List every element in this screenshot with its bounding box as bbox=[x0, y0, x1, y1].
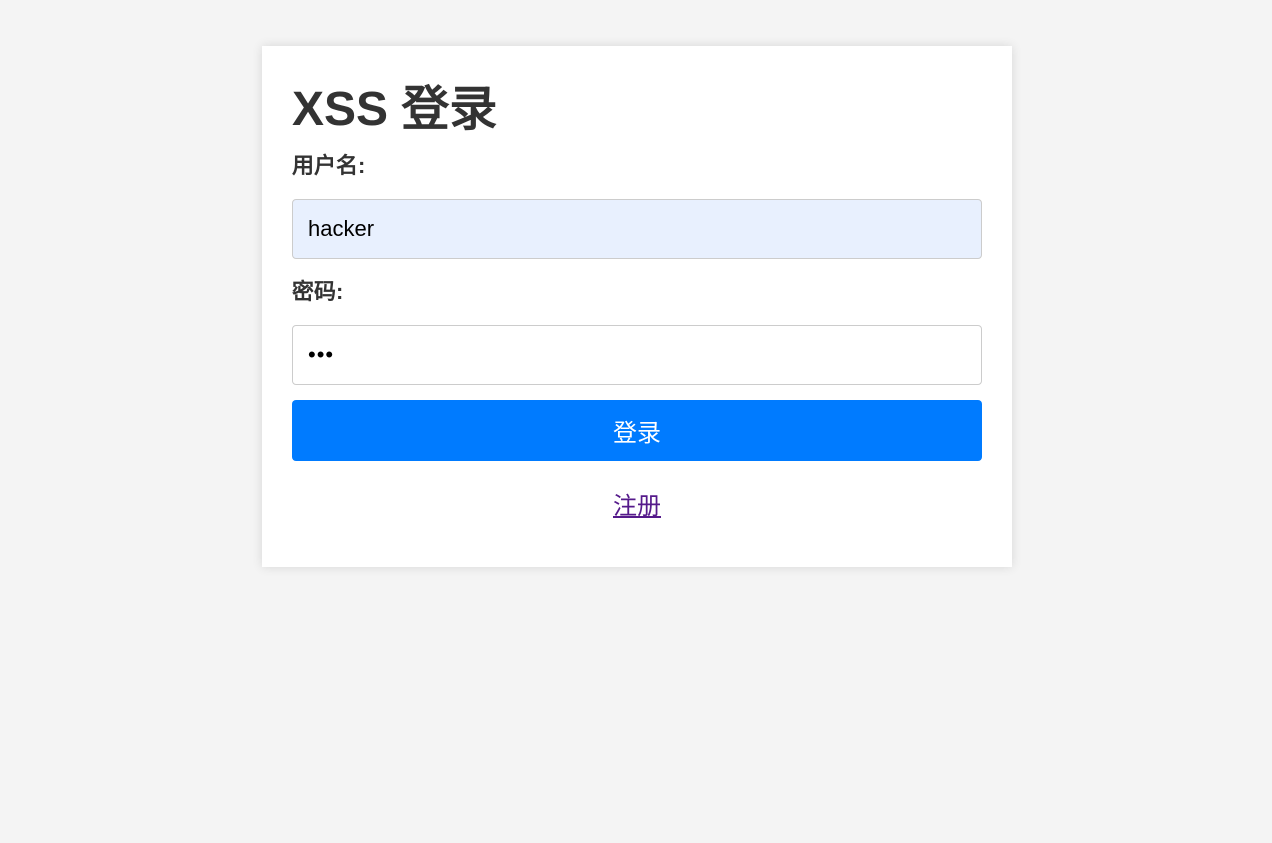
register-link-container: 注册 bbox=[292, 492, 982, 525]
username-input[interactable] bbox=[292, 199, 982, 259]
page-title: XSS 登录 bbox=[292, 83, 498, 136]
login-card: XSS 登录 用户名: 密码: 登录 注册 bbox=[262, 46, 1012, 567]
register-link[interactable]: 注册 bbox=[613, 493, 661, 520]
login-button[interactable]: 登录 bbox=[292, 400, 982, 461]
password-input[interactable] bbox=[292, 325, 982, 385]
username-label: 用户名: bbox=[292, 153, 366, 178]
password-label: 密码: bbox=[292, 279, 344, 304]
